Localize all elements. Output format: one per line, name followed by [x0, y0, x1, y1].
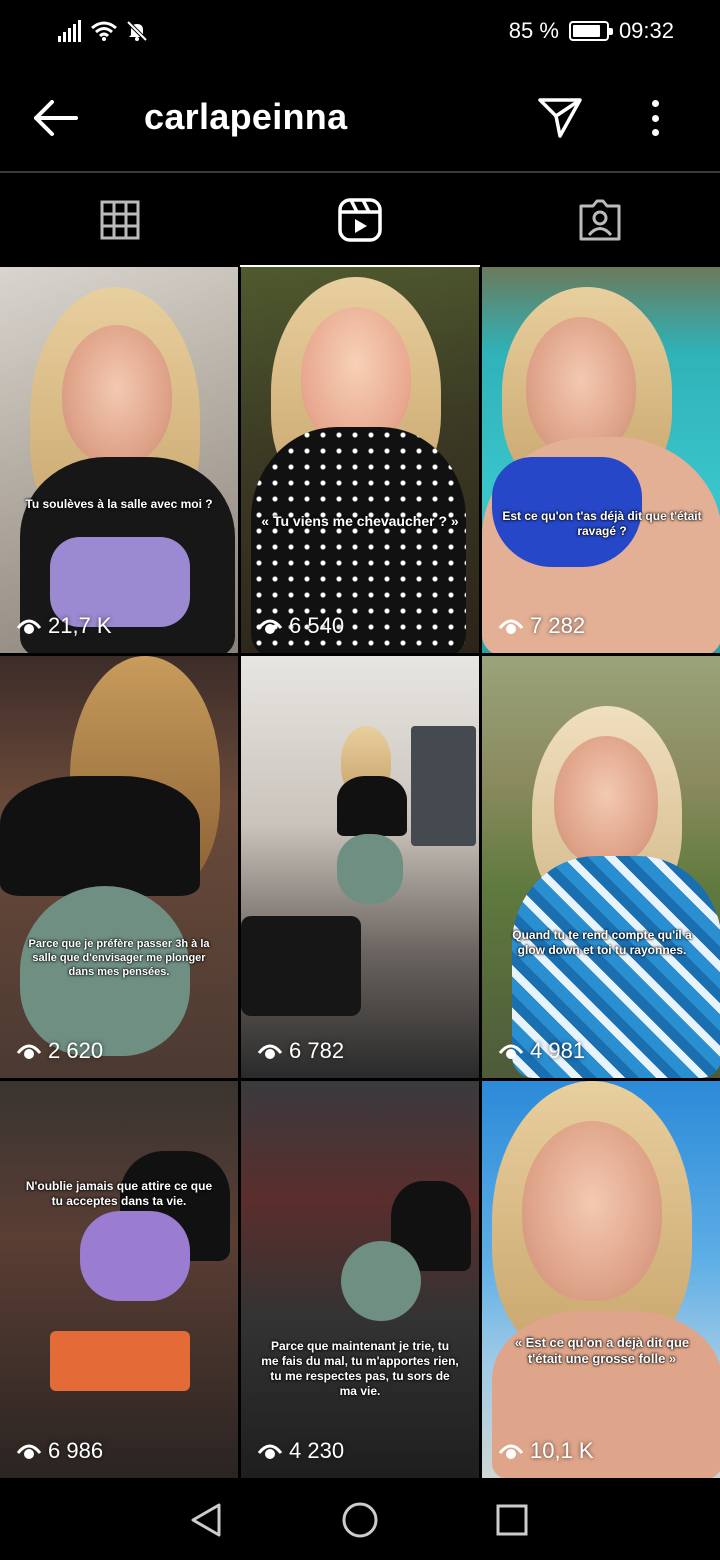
nav-back-button[interactable] — [186, 1500, 226, 1540]
reel-thumbnail[interactable]: Tu soulèves à la salle avec moi ? 21,7 K — [0, 267, 238, 653]
view-count-value: 6 782 — [289, 1038, 345, 1063]
profile-username: carlapeinna — [144, 96, 348, 137]
view-count: 2 620 — [16, 1038, 103, 1064]
reels-tab[interactable] — [240, 173, 480, 267]
eye-icon — [498, 1044, 524, 1059]
battery-fill — [572, 25, 600, 37]
reels-icon — [338, 198, 382, 242]
profile-tabs — [0, 173, 720, 267]
view-count: 4 981 — [498, 1038, 585, 1064]
reel-thumbnail[interactable]: « Tu viens me chevaucher ? » 6 540 — [241, 267, 479, 653]
view-count: 21,7 K — [16, 613, 112, 639]
eye-icon — [16, 1044, 42, 1059]
eye-icon — [257, 1044, 283, 1059]
nav-recents-button[interactable] — [492, 1500, 532, 1540]
reel-thumbnail[interactable]: N'oublie jamais que attire ce que tu acc… — [0, 1081, 238, 1478]
view-count: 6 540 — [257, 613, 344, 639]
view-count-value: 7 282 — [530, 613, 586, 638]
arrow-left-icon[interactable] — [30, 96, 80, 140]
reel-thumbnail[interactable]: 6 782 — [241, 656, 479, 1078]
battery-percent: 85 % — [508, 18, 559, 43]
reel-caption: « Tu viens me chevaucher ? » — [261, 513, 459, 529]
tagged-tab[interactable] — [480, 173, 720, 267]
eye-icon — [257, 1444, 283, 1459]
square-recents-icon — [496, 1504, 528, 1536]
view-count-value: 10,1 K — [530, 1438, 594, 1463]
paper-plane-icon[interactable] — [536, 94, 584, 140]
reels-grid: Tu soulèves à la salle avec moi ? 21,7 K… — [0, 267, 720, 1478]
circle-home-icon — [342, 1502, 378, 1538]
reel-caption: Tu soulèves à la salle avec moi ? — [25, 497, 213, 511]
profile-header: carlapeinna — [0, 70, 720, 170]
wifi-icon — [91, 21, 117, 41]
view-count-value: 4 981 — [530, 1038, 586, 1063]
system-nav-bar — [0, 1478, 720, 1560]
view-count-value: 21,7 K — [48, 613, 112, 638]
reel-thumbnail[interactable]: Est ce qu'on t'as déjà dit que t'était r… — [482, 267, 720, 653]
grid-tab[interactable] — [0, 173, 240, 267]
view-count-value: 2 620 — [48, 1038, 104, 1063]
tagged-person-icon — [579, 199, 621, 241]
reel-caption: Quand tu te rend compte qu'il a glow dow… — [512, 928, 692, 957]
view-count-value: 6 986 — [48, 1438, 104, 1463]
eye-icon — [498, 1444, 524, 1459]
reel-thumbnail[interactable]: Quand tu te rend compte qu'il a glow dow… — [482, 656, 720, 1078]
eye-icon — [498, 619, 524, 634]
signal-icon — [58, 20, 81, 42]
view-count: 6 986 — [16, 1438, 103, 1464]
view-count-value: 6 540 — [289, 613, 345, 638]
nav-home-button[interactable] — [340, 1500, 380, 1540]
grid-icon — [100, 200, 140, 240]
view-count: 10,1 K — [498, 1438, 594, 1464]
status-icons-left — [58, 20, 148, 42]
reel-caption: Est ce qu'on t'as déjà dit que t'était r… — [502, 509, 702, 538]
status-icons-right: 85 % 09:32 — [509, 18, 674, 44]
triangle-back-icon — [191, 1503, 221, 1537]
reel-caption: « Est ce qu'on a déjà dit que t'était un… — [514, 1335, 690, 1367]
reel-thumbnail[interactable]: « Est ce qu'on a déjà dit que t'était un… — [482, 1081, 720, 1478]
eye-icon — [257, 619, 283, 634]
reel-thumbnail[interactable]: Parce que maintenant je trie, tu me fais… — [241, 1081, 479, 1478]
clock: 09:32 — [618, 18, 674, 43]
mute-bell-icon — [126, 20, 148, 42]
view-count: 6 782 — [257, 1038, 344, 1064]
reel-caption: Parce que je préfère passer 3h à la sall… — [28, 938, 210, 978]
eye-icon — [16, 619, 42, 634]
status-bar: 85 % 09:32 — [0, 0, 720, 64]
reel-caption: Parce que maintenant je trie, tu me fais… — [261, 1339, 459, 1398]
battery-icon — [568, 21, 613, 41]
view-count-value: 4 230 — [289, 1438, 345, 1463]
view-count: 7 282 — [498, 613, 585, 639]
reel-thumbnail[interactable]: Parce que je préfère passer 3h à la sall… — [0, 656, 238, 1078]
eye-icon — [16, 1444, 42, 1459]
view-count: 4 230 — [257, 1438, 344, 1464]
more-vertical-icon[interactable] — [640, 94, 670, 142]
reel-caption: N'oublie jamais que attire ce que tu acc… — [25, 1179, 213, 1208]
